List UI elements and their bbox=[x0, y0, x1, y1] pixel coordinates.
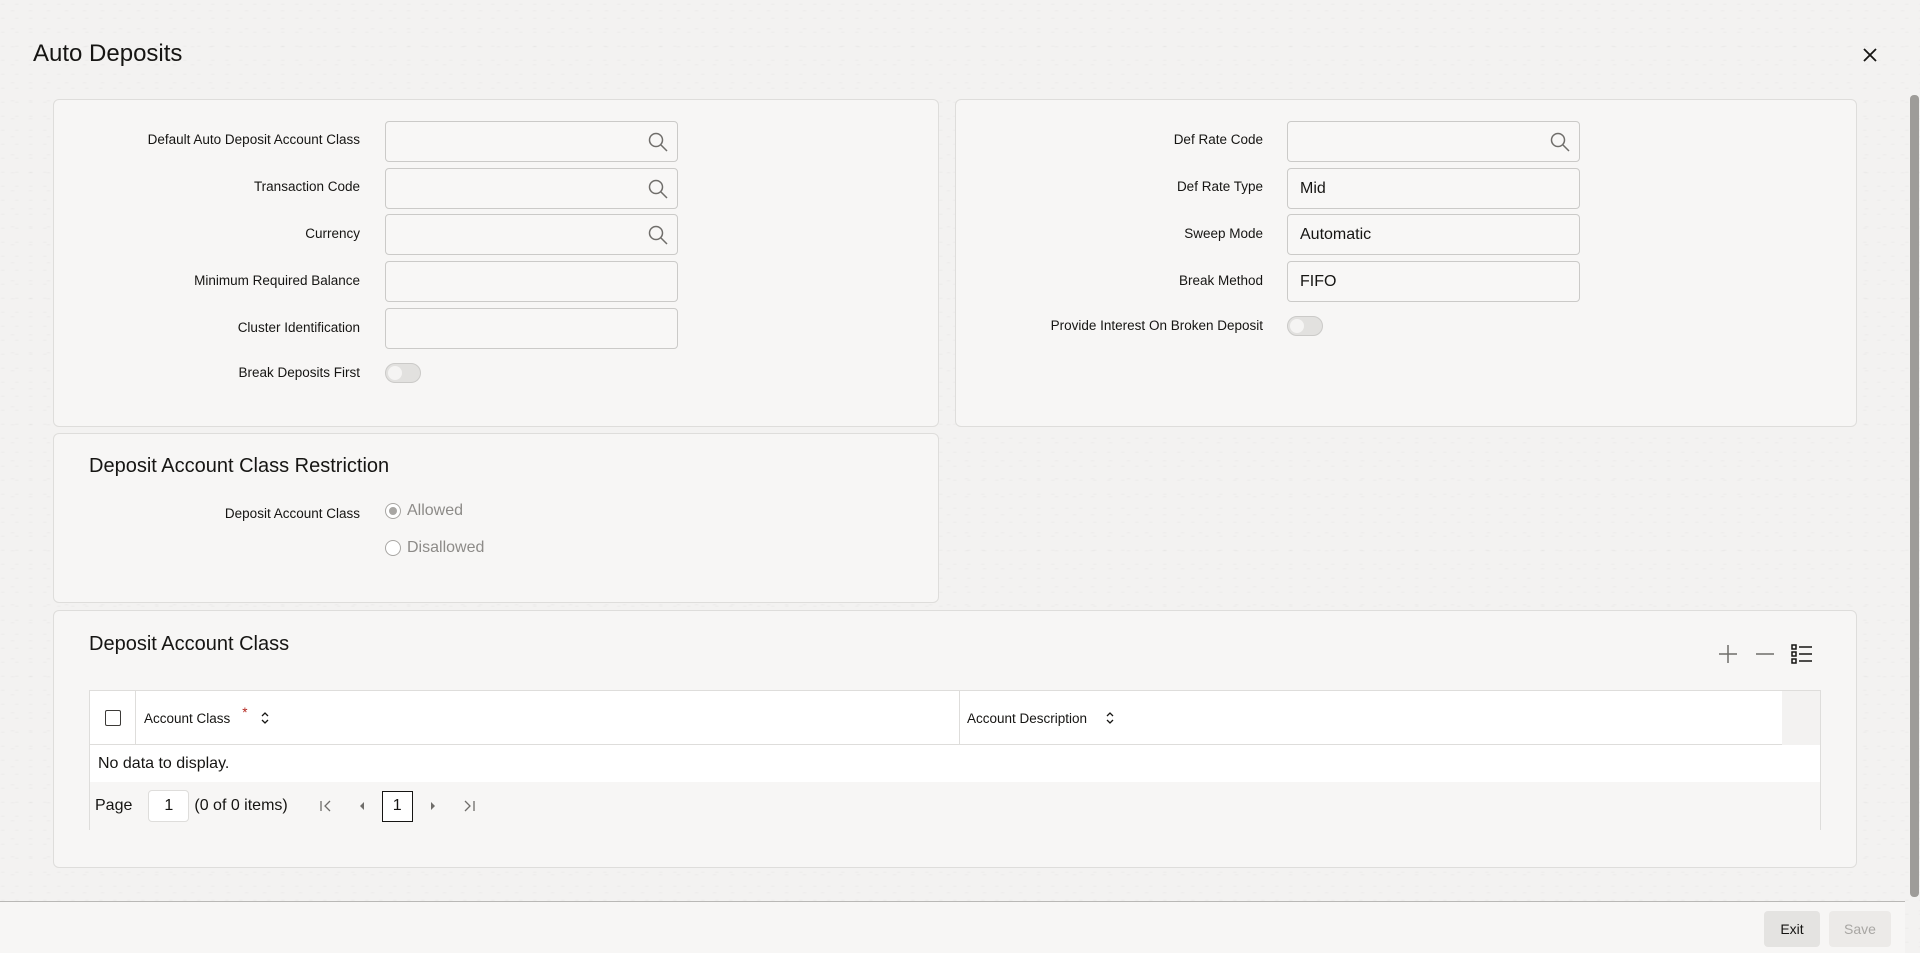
radio-disallowed-label: Disallowed bbox=[407, 539, 485, 556]
select-all-checkbox[interactable] bbox=[104, 710, 121, 726]
radio-allowed-indicator[interactable] bbox=[385, 503, 401, 519]
delete-row-icon[interactable] bbox=[1753, 642, 1777, 666]
deposit-account-class-table: Account Class * Account Description No d… bbox=[89, 690, 1821, 830]
table-pagination: Page 1 (0 of 0 items) 1 bbox=[90, 782, 1820, 830]
break-method-input[interactable]: FIFO bbox=[1287, 261, 1580, 302]
currency-input[interactable] bbox=[385, 214, 678, 255]
label-def-rate-type: Def Rate Type bbox=[1176, 179, 1263, 194]
label-transaction-code: Transaction Code bbox=[253, 179, 360, 194]
exit-button[interactable]: Exit bbox=[1764, 911, 1820, 947]
last-page-button[interactable] bbox=[459, 796, 479, 816]
page-number-input[interactable]: 1 bbox=[148, 790, 190, 822]
search-icon[interactable] bbox=[647, 178, 669, 200]
footer-bar bbox=[0, 901, 1905, 953]
radio-allowed-label: Allowed bbox=[407, 502, 464, 519]
search-icon[interactable] bbox=[647, 131, 669, 153]
page-label: Page bbox=[95, 797, 133, 814]
sort-icon[interactable] bbox=[1105, 711, 1115, 725]
label-def-rate-code: Def Rate Code bbox=[1173, 132, 1263, 147]
search-icon[interactable] bbox=[647, 224, 669, 246]
label-deposit-account-class: Deposit Account Class bbox=[224, 506, 360, 521]
label-break-deposits-first: Break Deposits First bbox=[238, 365, 360, 380]
required-mark: * bbox=[242, 704, 248, 720]
close-icon bbox=[1863, 48, 1877, 62]
search-icon[interactable] bbox=[1549, 131, 1571, 153]
column-account-description[interactable]: Account Description bbox=[967, 691, 1767, 745]
label-cluster-identification: Cluster Identification bbox=[237, 320, 360, 335]
deposit-account-class-title: Deposit Account Class bbox=[89, 633, 290, 655]
label-currency: Currency bbox=[305, 226, 360, 241]
def-rate-type-input[interactable]: Mid bbox=[1287, 168, 1580, 209]
page-number-value: 1 bbox=[164, 797, 174, 814]
previous-page-icon bbox=[359, 802, 364, 810]
column-account-class[interactable]: Account Class * bbox=[144, 691, 914, 745]
table-header-filler bbox=[1782, 691, 1820, 745]
default-auto-deposit-account-class-input[interactable] bbox=[385, 121, 678, 162]
column-account-class-label: Account Class bbox=[144, 710, 231, 726]
close-button[interactable] bbox=[1857, 42, 1883, 68]
select-all-cell bbox=[90, 691, 136, 745]
break-deposits-first-toggle[interactable] bbox=[385, 363, 421, 383]
sweep-mode-value: Automatic bbox=[1300, 225, 1372, 243]
label-provide-interest-on-broken-deposit: Provide Interest On Broken Deposit bbox=[1050, 318, 1263, 333]
next-page-icon bbox=[430, 802, 435, 810]
sort-icon[interactable] bbox=[260, 711, 270, 725]
empty-table-message: No data to display. bbox=[90, 745, 1820, 782]
current-page-button[interactable]: 1 bbox=[381, 790, 413, 822]
column-divider bbox=[959, 691, 960, 745]
previous-page-button[interactable] bbox=[352, 796, 372, 816]
sweep-mode-input[interactable]: Automatic bbox=[1287, 214, 1580, 255]
cluster-identification-input[interactable] bbox=[385, 308, 678, 349]
save-button[interactable]: Save bbox=[1829, 911, 1891, 947]
label-sweep-mode: Sweep Mode bbox=[1184, 226, 1263, 241]
label-default-auto-deposit-account-class: Default Auto Deposit Account Class bbox=[147, 132, 360, 147]
add-row-icon[interactable] bbox=[1716, 642, 1740, 666]
first-page-button[interactable] bbox=[316, 796, 336, 816]
def-rate-type-value: Mid bbox=[1300, 179, 1326, 197]
table-header: Account Class * Account Description bbox=[90, 691, 1782, 745]
single-record-view-icon[interactable] bbox=[1790, 642, 1814, 666]
page-title: Auto Deposits bbox=[33, 40, 183, 67]
def-rate-code-input[interactable] bbox=[1287, 121, 1580, 162]
last-page-icon bbox=[464, 800, 475, 812]
current-page-value: 1 bbox=[392, 797, 402, 814]
next-page-button[interactable] bbox=[423, 796, 443, 816]
first-page-icon bbox=[320, 800, 331, 812]
restriction-title: Deposit Account Class Restriction bbox=[89, 455, 390, 477]
radio-allowed[interactable]: Allowed bbox=[385, 502, 463, 520]
column-account-description-label: Account Description bbox=[967, 710, 1088, 726]
radio-disallowed-indicator[interactable] bbox=[385, 540, 401, 556]
radio-disallowed[interactable]: Disallowed bbox=[385, 539, 484, 557]
label-break-method: Break Method bbox=[1178, 273, 1263, 288]
label-minimum-required-balance: Minimum Required Balance bbox=[194, 273, 360, 288]
break-method-value: FIFO bbox=[1300, 272, 1337, 290]
transaction-code-input[interactable] bbox=[385, 168, 678, 209]
items-count: (0 of 0 items) bbox=[194, 797, 288, 814]
vertical-scrollbar[interactable] bbox=[1910, 95, 1919, 897]
provide-interest-toggle[interactable] bbox=[1287, 316, 1323, 336]
minimum-required-balance-input[interactable] bbox=[385, 261, 678, 302]
